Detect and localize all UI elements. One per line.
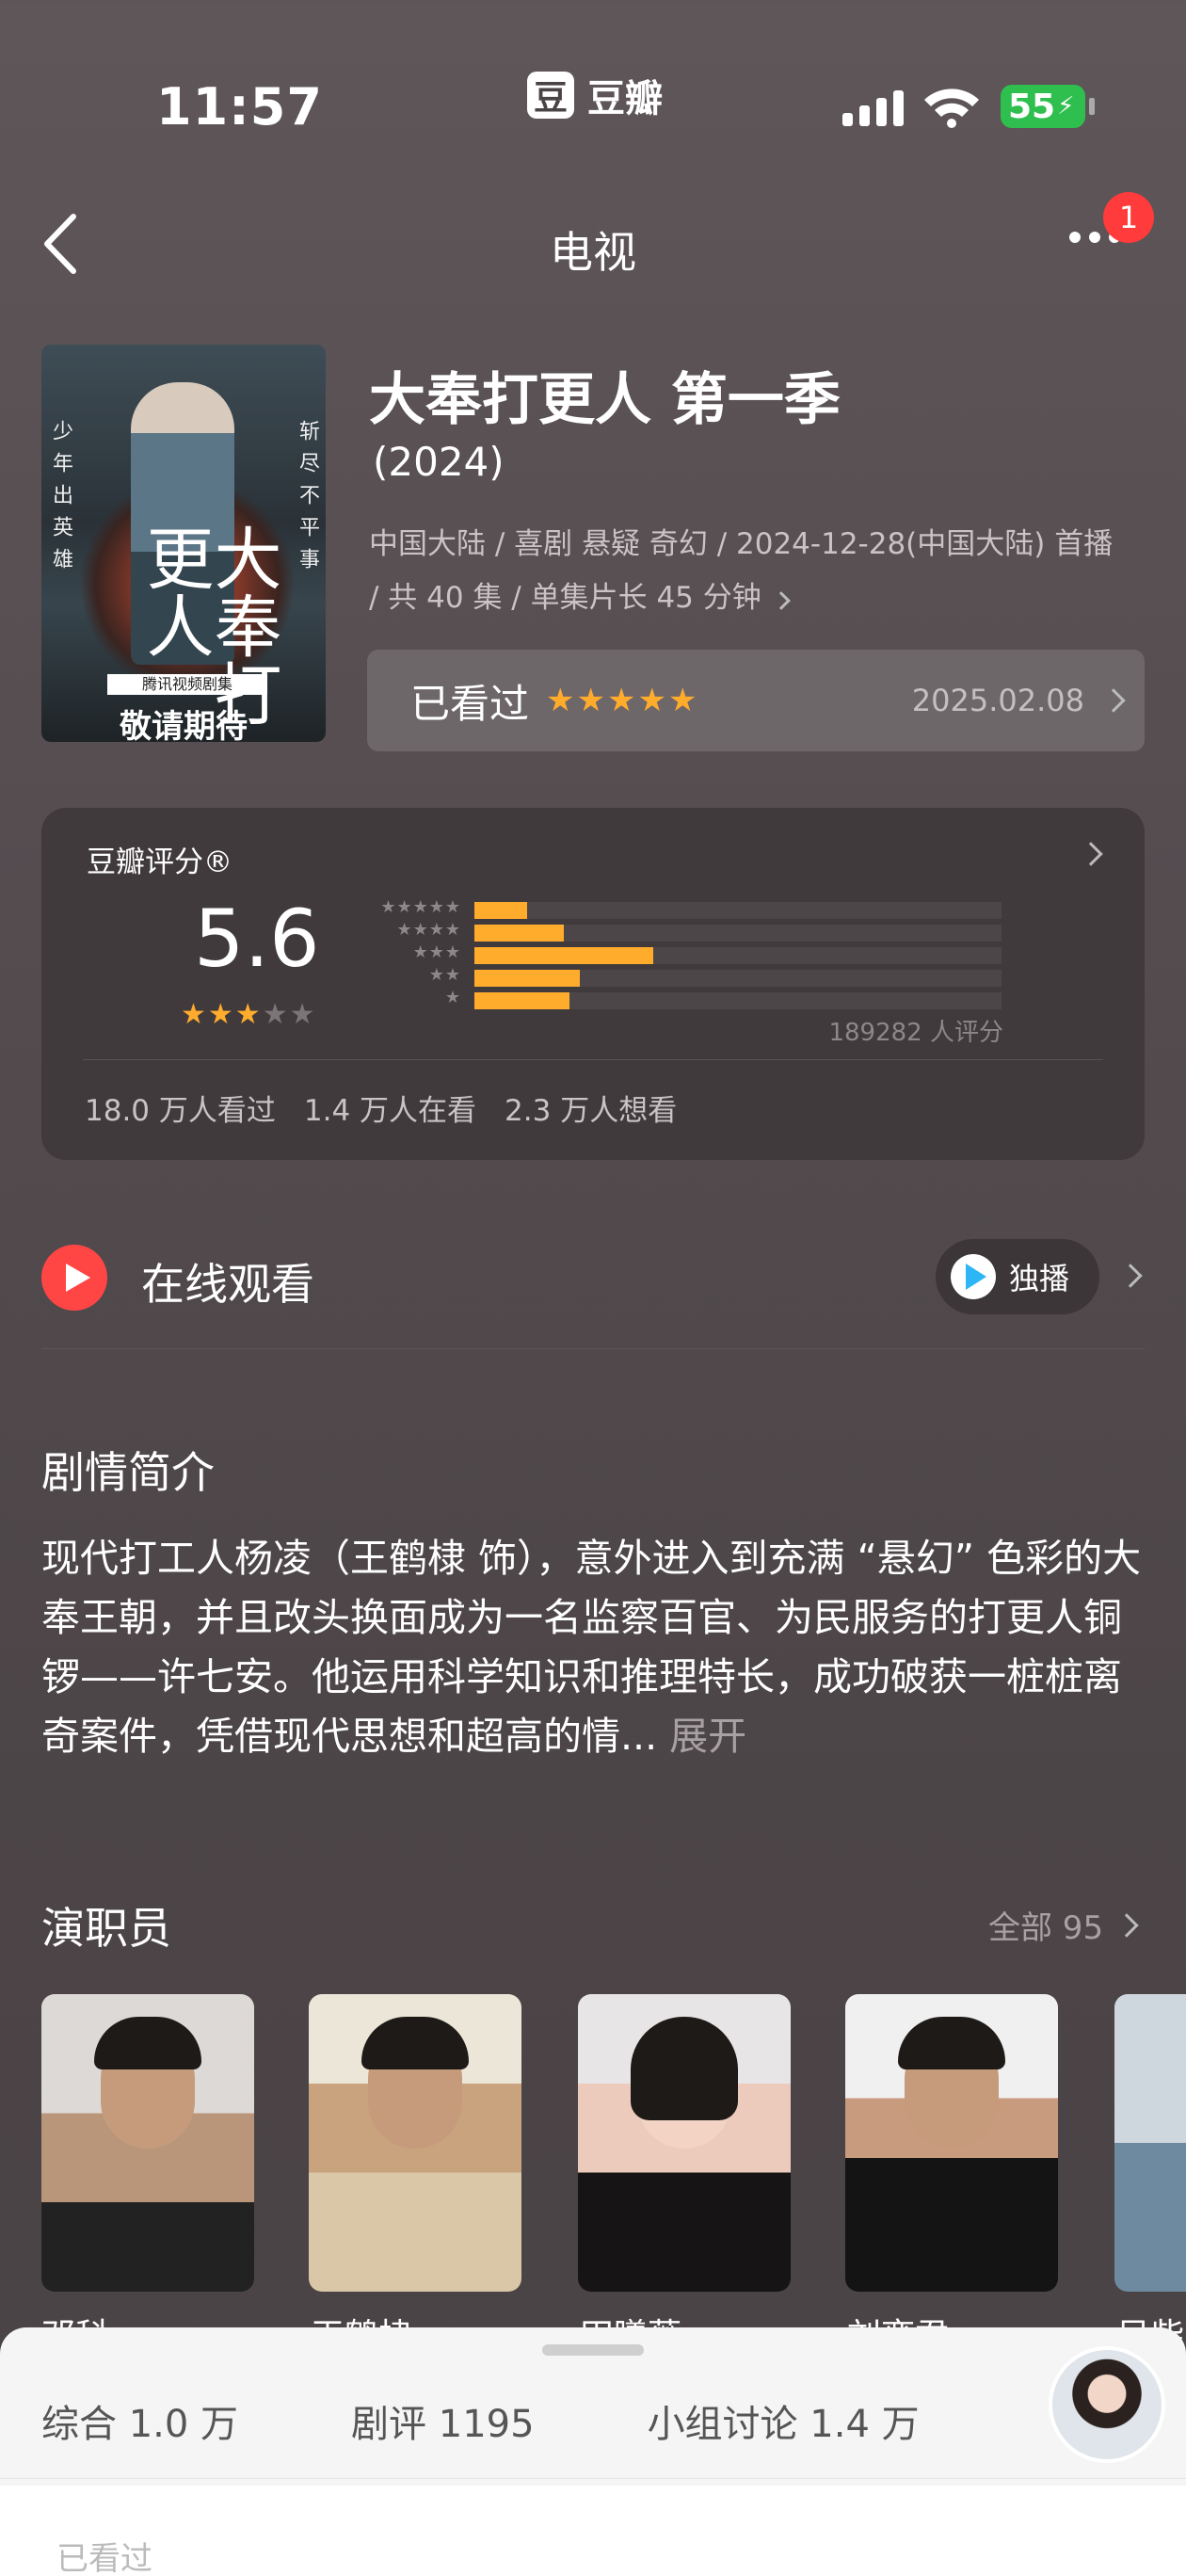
rating-count: 189282 人评分 [828, 1019, 1003, 1047]
tab-group-discussion[interactable]: 小组讨论 1.4 万 [648, 2393, 920, 2448]
sheet-partial-text: 已看过 [56, 2540, 152, 2576]
watched-label: 已看过 [410, 680, 530, 727]
want-count: 2.3 万人想看 [505, 1094, 678, 1128]
show-meta-text: 中国大陆 / 喜剧 悬疑 奇幻 / 2024-12-28(中国大陆) 首播 / … [369, 527, 1114, 615]
floating-avatar[interactable] [1049, 2346, 1165, 2463]
watched-count: 18.0 万人看过 [85, 1094, 276, 1128]
divider [0, 2478, 1186, 2479]
star-label-3: ★★★ [412, 942, 461, 962]
sheet-tabs: 综合 1.0 万 剧评 1195 小组讨论 1.4 万 [41, 2393, 920, 2448]
divider [83, 1059, 1103, 1060]
status-time: 11:57 [156, 77, 323, 137]
rating-bar-fill [474, 925, 565, 942]
distribution-star-labels: ★★★★★ ★★★★ ★★★ ★★ ★ [358, 896, 461, 1009]
rating-score: 5.6 [194, 893, 320, 985]
poster-image[interactable]: 少年出英雄 斩尽不平事 大奉打更人 腾讯视频剧集 敬请期待 [41, 345, 326, 742]
rating-bar-3-star [474, 947, 1002, 964]
rating-bar-1-star [474, 992, 1002, 1009]
rating-bar-4-star [474, 925, 1002, 942]
star-label-1: ★ [444, 988, 461, 1007]
rating-bar-5-star [474, 902, 1002, 919]
rating-label: 豆瓣评分® [87, 845, 232, 879]
play-icon[interactable] [41, 1245, 107, 1311]
page-title: 电视 [550, 227, 636, 278]
show-title: 大奉打更人 第一季 [369, 367, 841, 433]
cast-title: 演职员 [41, 1903, 171, 1954]
show-meta[interactable]: 中国大陆 / 喜剧 悬疑 奇幻 / 2024-12-28(中国大陆) 首播 / … [369, 518, 1131, 625]
tab-reviews[interactable]: 剧评 1195 [351, 2393, 535, 2448]
cast-all-label: 全部 95 [988, 1909, 1104, 1947]
poster-coming-text: 敬请期待 [120, 708, 248, 742]
my-rating-stars: ★★★★★ [546, 682, 699, 719]
exclusive-label: 独播 [1009, 1261, 1070, 1296]
watching-count: 1.4 万人在看 [303, 1094, 477, 1128]
watched-status-button[interactable]: 已看过 ★★★★★ 2025.02.08 [367, 650, 1145, 751]
rating-bar-fill [474, 970, 580, 987]
app-name: 豆瓣 [587, 77, 663, 121]
synopsis-body: 现代打工人杨凌（王鹤棣 饰），意外进入到充满 “悬幻” 色彩的大奉王朝，并且改头… [41, 1536, 1142, 1759]
synopsis-text: 现代打工人杨凌（王鹤棣 饰），意外进入到充满 “悬幻” 色彩的大奉王朝，并且改头… [41, 1529, 1152, 1766]
show-year: (2024) [373, 439, 505, 485]
rating-distribution-bars [474, 902, 1002, 1015]
rating-bar-fill [474, 992, 569, 1009]
rating-bar-fill [474, 902, 527, 919]
rating-bar-fill [474, 947, 654, 964]
cast-photo[interactable] [309, 1994, 521, 2292]
star-label-5: ★★★★★ [380, 897, 461, 917]
expand-link[interactable]: 展开 [669, 1714, 746, 1759]
divider [41, 1348, 1145, 1349]
charging-icon: ⚡ [1057, 92, 1075, 121]
battery-level: 55 [1008, 87, 1056, 126]
poster-side-text-left: 少年出英雄 [49, 420, 72, 580]
rating-stars: ★★★★★ [181, 998, 316, 1031]
cast-all-link[interactable]: 全部 95 [988, 1902, 1139, 1948]
cast-hair [631, 2017, 738, 2120]
online-watch-label[interactable]: 在线观看 [141, 1250, 314, 1312]
chevron-right-icon [771, 591, 791, 610]
cast-hair [94, 2017, 201, 2069]
stars-filled: ★★★ [181, 998, 263, 1031]
sheet-content [0, 2486, 1186, 2576]
tencent-video-icon [951, 1254, 996, 1299]
cast-hair [361, 2017, 469, 2069]
cast-photo[interactable] [845, 1994, 1058, 2292]
cast-photo[interactable] [1114, 1994, 1186, 2292]
star-label-2: ★★ [428, 965, 461, 985]
synopsis-title: 剧情简介 [41, 1447, 215, 1498]
exclusive-platform-button[interactable]: 独播 [936, 1239, 1099, 1314]
cast-hair [898, 2017, 1005, 2069]
notification-badge: 1 [1103, 192, 1154, 243]
cast-photo[interactable] [578, 1994, 791, 2292]
cast-photo[interactable] [41, 1994, 254, 2292]
poster-band: 腾讯视频剧集 [107, 674, 267, 695]
chevron-right-icon [1114, 1912, 1139, 1938]
audience-stats: 18.0 万人看过 1.4 万人在看 2.3 万人想看 [85, 1087, 677, 1129]
sheet-drag-handle[interactable] [542, 2344, 644, 2356]
app-badge: 豆 豆瓣 [527, 68, 663, 122]
battery-indicator: 55 ⚡ [1001, 85, 1095, 128]
chevron-right-icon [1101, 688, 1126, 713]
douban-logo-icon: 豆 [527, 72, 574, 119]
star-label-4: ★★★★ [396, 920, 461, 940]
wifi-icon [924, 89, 979, 128]
chevron-right-icon[interactable] [1118, 1264, 1143, 1288]
poster-side-text-right: 斩尽不平事 [296, 420, 319, 580]
rating-bar-2-star [474, 970, 1002, 987]
cellular-signal-icon [842, 90, 904, 126]
watched-date: 2025.02.08 [911, 683, 1084, 718]
tab-overview[interactable]: 综合 1.0 万 [41, 2393, 238, 2448]
stars-empty: ★★ [262, 998, 317, 1031]
